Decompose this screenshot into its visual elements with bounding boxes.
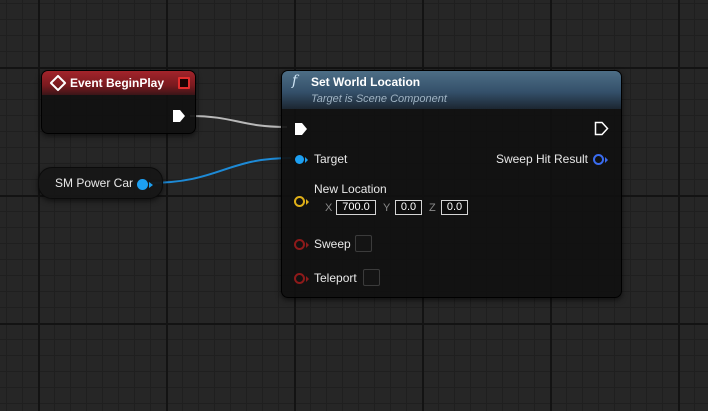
teleport-pin-arrow	[306, 276, 309, 282]
variable-out-pin[interactable]	[137, 179, 148, 190]
function-node-header[interactable]: f Set World Location Target is Scene Com…	[282, 71, 621, 109]
target-wire[interactable]	[147, 157, 292, 184]
teleport-pin[interactable]	[294, 273, 305, 284]
sweep-pin[interactable]	[294, 239, 305, 250]
set-world-location-node[interactable]: f Set World Location Target is Scene Com…	[281, 70, 622, 298]
exec-out-pin[interactable]	[594, 121, 609, 136]
teleport-label: Teleport	[314, 271, 357, 285]
teleport-checkbox[interactable]	[363, 269, 380, 286]
function-node-title: Set World Location	[311, 75, 421, 89]
sweep-hit-result-pin-arrow	[605, 157, 608, 163]
event-delegate-pin[interactable]	[178, 77, 190, 89]
new-location-y-input[interactable]: 0.0	[395, 200, 422, 215]
exec-in-pin[interactable]	[294, 122, 308, 136]
sweep-hit-result-label: Sweep Hit Result	[495, 152, 588, 166]
exec-wire[interactable]	[189, 115, 288, 128]
new-location-label: New Location	[314, 182, 387, 196]
function-icon: f	[292, 73, 298, 89]
event-icon	[49, 74, 67, 92]
sweep-label: Sweep	[314, 237, 351, 251]
new-location-pin-arrow	[306, 199, 309, 205]
variable-out-pin-arrow	[149, 182, 153, 188]
new-location-z-input[interactable]: 0.0	[441, 200, 468, 215]
new-location-pin[interactable]	[294, 196, 305, 207]
event-node-title: Event BeginPlay	[70, 76, 165, 90]
sweep-checkbox[interactable]	[355, 235, 372, 252]
event-exec-out-pin[interactable]	[172, 109, 186, 123]
x-axis-label: X	[325, 202, 333, 214]
function-node-subtitle: Target is Scene Component	[311, 93, 447, 105]
event-beginplay-node[interactable]: Event BeginPlay	[41, 70, 196, 134]
target-label: Target	[314, 152, 348, 166]
target-pin[interactable]	[295, 155, 304, 164]
y-axis-label: Y	[383, 202, 391, 214]
sweep-hit-result-pin[interactable]	[593, 154, 604, 165]
variable-node-label: SM Power Car	[55, 176, 134, 190]
sweep-pin-arrow	[306, 242, 309, 248]
variable-node-sm-power-car[interactable]: SM Power Car	[38, 167, 163, 199]
target-pin-arrow	[305, 157, 308, 163]
z-axis-label: Z	[429, 202, 436, 214]
new-location-x-input[interactable]: 700.0	[336, 200, 376, 215]
event-node-header[interactable]: Event BeginPlay	[42, 71, 195, 95]
